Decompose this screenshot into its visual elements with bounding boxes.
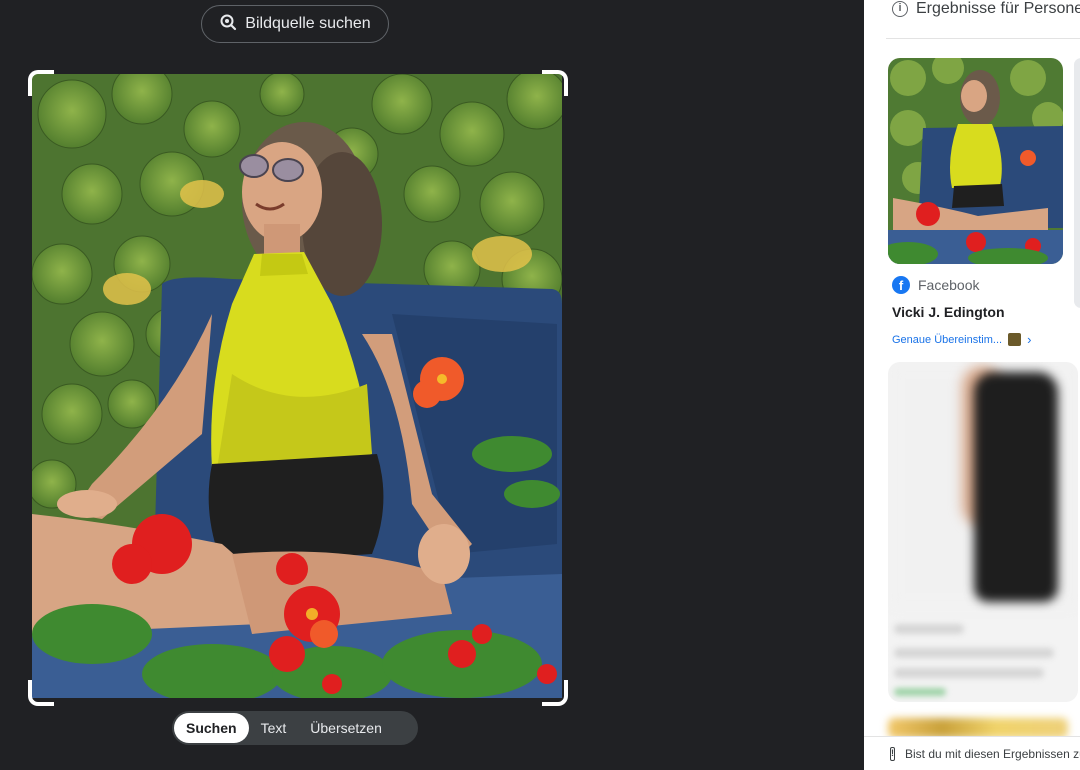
facebook-icon: f: [892, 276, 910, 294]
tab-search[interactable]: Suchen: [174, 713, 249, 743]
next-result-peek[interactable]: [1074, 58, 1080, 308]
results-header-label: Ergebnisse für Personen: [916, 0, 1080, 17]
photo-illustration: [32, 74, 562, 698]
thumbnail-illustration: [888, 58, 1063, 264]
crop-handle-top-right[interactable]: [542, 70, 568, 96]
blurred-result-card[interactable]: [888, 362, 1078, 702]
lens-mode-tabs: Suchen Text Übersetzen: [172, 711, 418, 745]
find-image-source-label: Bildquelle suchen: [245, 15, 371, 32]
chevron-right-icon: ›: [1027, 332, 1032, 347]
blurred-price-line: [894, 688, 946, 696]
blurred-title-line-2: [894, 668, 1044, 678]
feedback-text: Bist du mit diesen Ergebnissen zufrieden…: [905, 746, 1080, 761]
info-icon[interactable]: i: [892, 1, 908, 17]
result-source-label: Facebook: [918, 277, 980, 293]
crop-handle-top-left[interactable]: [28, 70, 54, 96]
exact-match-link[interactable]: Genaue Übereinstim... ›: [892, 332, 1031, 347]
tab-text[interactable]: Text: [249, 713, 299, 743]
match-thumbnail: [1008, 333, 1022, 346]
feedback-icon: !: [890, 746, 895, 761]
feedback-bar[interactable]: ! Bist du mit diesen Ergebnissen zufried…: [864, 736, 1080, 770]
image-viewer-pane: Bildquelle suchen Suchen Text Übersetzen: [0, 0, 864, 770]
lens-search-icon: [219, 13, 237, 36]
blurred-result-dress: [974, 372, 1058, 602]
blurred-title-line-1: [894, 648, 1054, 658]
exact-match-label: Genaue Übereinstim...: [892, 333, 1003, 346]
result-source: f Facebook: [892, 276, 979, 294]
find-image-source-button[interactable]: Bildquelle suchen: [201, 5, 389, 43]
blurred-source-line: [894, 624, 964, 634]
crop-handle-bottom-right[interactable]: [542, 680, 568, 706]
results-header: i Ergebnisse für Personen: [892, 0, 1080, 18]
result-thumbnail[interactable]: [888, 58, 1063, 264]
blurred-result-row[interactable]: [888, 718, 1068, 738]
result-title[interactable]: Vicki J. Edington: [892, 304, 1005, 320]
tab-translate[interactable]: Übersetzen: [298, 713, 394, 743]
header-divider: [886, 38, 1080, 39]
results-panel: i Ergebnisse für Personen f Facebook Vic…: [864, 0, 1080, 770]
selected-image[interactable]: [32, 74, 562, 698]
crop-handle-bottom-left[interactable]: [28, 680, 54, 706]
